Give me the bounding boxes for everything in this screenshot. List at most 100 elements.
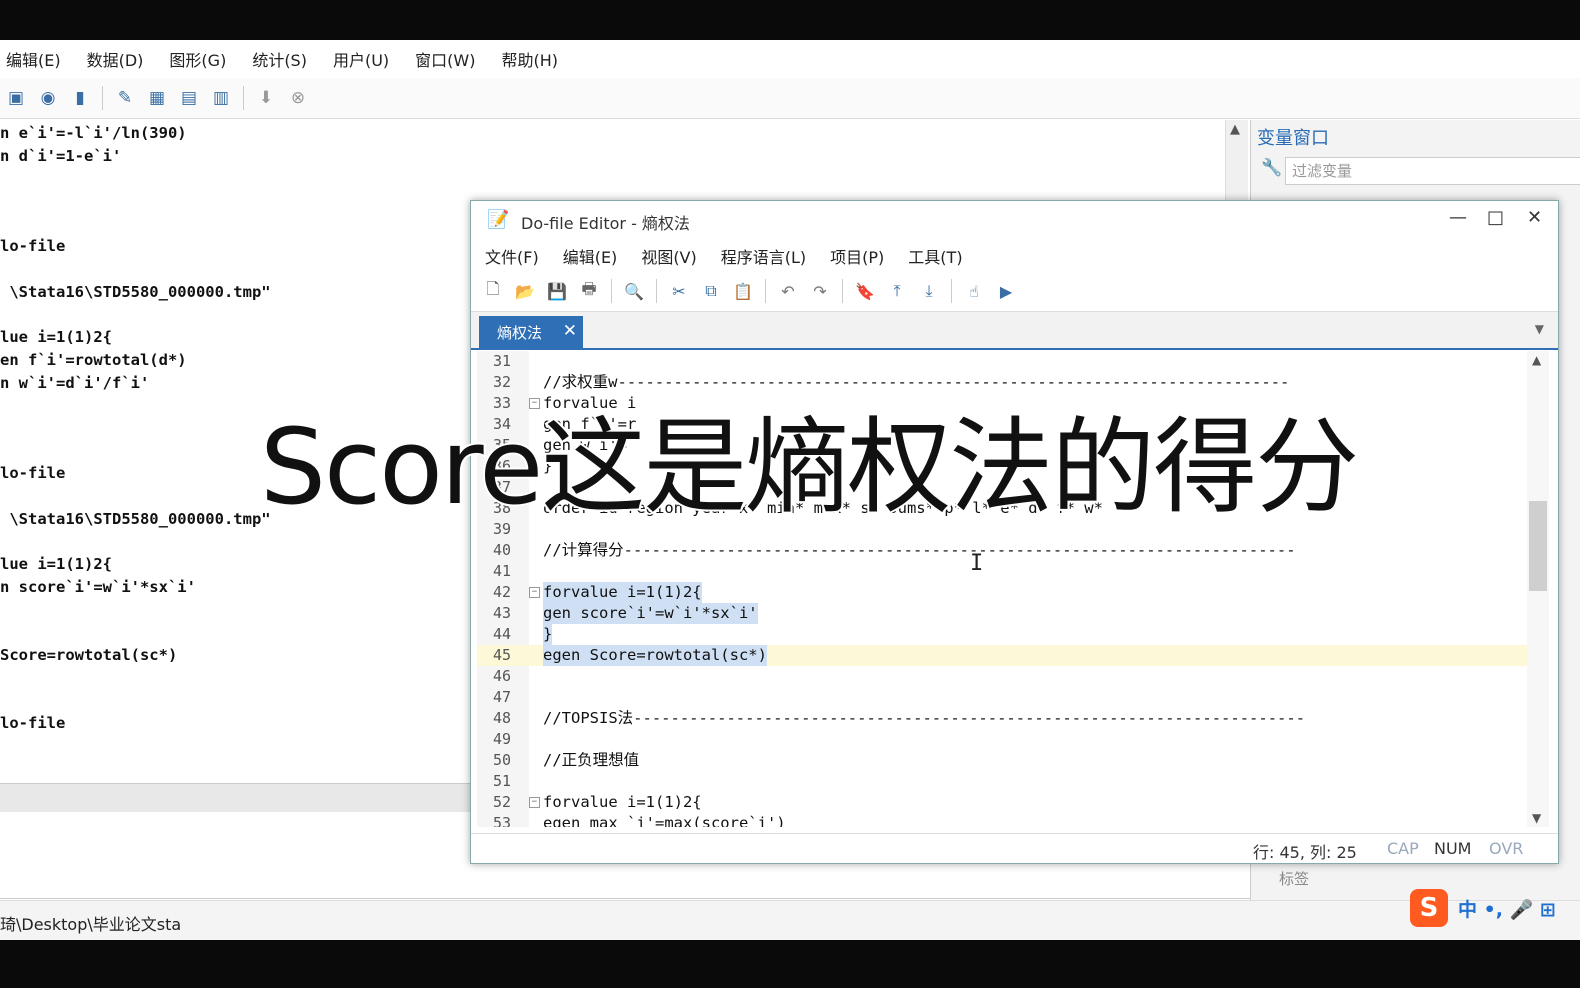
results-line: lo-file bbox=[0, 237, 66, 255]
fold-toggle-icon[interactable]: − bbox=[529, 797, 540, 808]
variables-manager-icon[interactable]: ▥ bbox=[209, 86, 233, 110]
code-line: 53 egen max_`i'=max(score`i') bbox=[477, 813, 1527, 827]
tab-label: 熵权法 bbox=[497, 323, 543, 342]
scroll-up-icon[interactable]: ▲ bbox=[1230, 122, 1240, 137]
code-text: egen max_`i'=max(score`i') bbox=[543, 814, 786, 827]
toolbar-separator bbox=[765, 279, 766, 303]
results-line: lo-file bbox=[0, 464, 66, 482]
line-number: 49 bbox=[492, 730, 511, 748]
fold-toggle-icon[interactable]: − bbox=[529, 587, 540, 598]
properties-label-field: 标签 bbox=[1279, 870, 1310, 888]
find-icon[interactable]: 🔍 bbox=[622, 279, 646, 303]
line-number: 53 bbox=[492, 814, 511, 827]
do-file-editor-icon[interactable]: ✎ bbox=[113, 86, 137, 110]
tab-list-dropdown-icon[interactable]: ▼ bbox=[1535, 322, 1544, 336]
editor-tab-row: 熵权法 ✕ ▼ bbox=[471, 311, 1558, 350]
line-number: 46 bbox=[492, 667, 511, 685]
paste-icon[interactable]: 📋 bbox=[731, 279, 755, 303]
code-text: //TOPSIS法-------------------------------… bbox=[543, 709, 1306, 727]
code-line: 52 forvalue i=1(1)2{ bbox=[477, 792, 1527, 813]
wrench-icon[interactable]: 🔧 bbox=[1261, 158, 1282, 178]
editor-menu-project[interactable]: 项目(P) bbox=[830, 244, 884, 268]
editor-menu-language[interactable]: 程序语言(L) bbox=[721, 244, 806, 268]
menu-data[interactable]: 数据(D) bbox=[87, 47, 144, 71]
menu-window[interactable]: 窗口(W) bbox=[415, 47, 475, 71]
close-icon[interactable]: ✕ bbox=[1527, 207, 1542, 228]
caps-lock-indicator: CAP bbox=[1387, 839, 1419, 858]
maximize-icon[interactable]: □ bbox=[1487, 207, 1504, 228]
line-number: 31 bbox=[492, 352, 511, 370]
cut-icon[interactable]: ✂ bbox=[667, 279, 691, 303]
cursor-position: 行: 45, 列: 25 bbox=[1253, 843, 1357, 862]
minimize-icon[interactable]: — bbox=[1449, 207, 1467, 228]
data-editor-icon[interactable]: ▦ bbox=[145, 86, 169, 110]
editor-title: Do-file Editor - 熵权法 bbox=[521, 214, 690, 233]
line-number: 50 bbox=[492, 751, 511, 769]
graph-bar-icon[interactable]: ▮ bbox=[68, 86, 92, 110]
scrollbar-thumb[interactable] bbox=[1529, 501, 1547, 591]
code-line: 42 forvalue i=1(1)2{ bbox=[477, 582, 1527, 603]
execute-do-icon[interactable]: ▶ bbox=[994, 279, 1018, 303]
variables-panel-title: 变量窗口 bbox=[1257, 128, 1329, 149]
viewer-eye-icon[interactable]: ◉ bbox=[36, 86, 60, 110]
editor-menu-view[interactable]: 视图(V) bbox=[641, 244, 696, 268]
menu-user[interactable]: 用户(U) bbox=[333, 47, 389, 71]
print-icon[interactable]: 🖶 bbox=[577, 279, 601, 303]
menu-help[interactable]: 帮助(H) bbox=[501, 47, 558, 71]
results-line: n w`i'=d`i'/f`i' bbox=[0, 374, 150, 392]
stata-statusbar: 琦\Desktop\毕业论文sta bbox=[0, 900, 1580, 941]
editor-titlebar: 📝 Do-file Editor - 熵权法 — □ ✕ bbox=[471, 201, 1558, 239]
new-file-icon[interactable]: 🗋 bbox=[481, 279, 505, 303]
undo-icon[interactable]: ↶ bbox=[776, 279, 800, 303]
code-line: 40 //计算得分--------------------------------… bbox=[477, 540, 1527, 561]
line-number: 41 bbox=[492, 562, 511, 580]
toolbar-separator bbox=[102, 86, 103, 110]
code-text: //计算得分----------------------------------… bbox=[543, 541, 1296, 559]
copy-icon[interactable]: ⧉ bbox=[699, 279, 723, 303]
more-icon[interactable]: ⬇ bbox=[254, 86, 278, 110]
results-line: \Stata16\STD5580_000000.tmp" bbox=[0, 510, 271, 528]
current-code-line: 45 egen Score=rowtotal(sc*) bbox=[477, 645, 1527, 666]
show-file-in-viewer-icon[interactable]: ☝ bbox=[962, 279, 986, 303]
video-bottom-bar bbox=[0, 940, 1580, 988]
results-line: en f`i'=rowtotal(d*) bbox=[0, 351, 187, 369]
toolbar-separator bbox=[656, 279, 657, 303]
code-line: 47 bbox=[477, 687, 1527, 708]
results-line: \Stata16\STD5580_000000.tmp" bbox=[0, 283, 271, 301]
code-text: forvalue i=1(1)2{ bbox=[543, 793, 702, 811]
save-icon[interactable]: 💾 bbox=[545, 279, 569, 303]
menu-graphics[interactable]: 图形(G) bbox=[169, 47, 226, 71]
menu-edit[interactable]: 编辑(E) bbox=[6, 47, 61, 71]
scroll-down-icon[interactable]: ▼ bbox=[1532, 811, 1541, 825]
editor-scrollbar[interactable]: ▲ ▼ bbox=[1527, 351, 1549, 827]
save-icon[interactable]: ▣ bbox=[4, 86, 28, 110]
next-bookmark-icon[interactable]: ⤓ bbox=[917, 279, 941, 303]
line-number: 42 bbox=[492, 583, 511, 601]
video-top-bar bbox=[0, 0, 1580, 40]
menu-statistics[interactable]: 统计(S) bbox=[252, 47, 307, 71]
open-folder-icon[interactable]: 📂 bbox=[513, 279, 537, 303]
ime-toolbar[interactable]: S 中 •, 🎤 ⊞ bbox=[1410, 888, 1556, 928]
editor-menu-edit[interactable]: 编辑(E) bbox=[563, 244, 618, 268]
results-line: lo-file bbox=[0, 714, 66, 732]
ime-status[interactable]: 中 •, 🎤 ⊞ bbox=[1458, 895, 1556, 922]
do-file-icon: 📝 bbox=[487, 209, 510, 230]
tab-entropy-weight[interactable]: 熵权法 ✕ bbox=[479, 316, 583, 348]
break-icon[interactable]: ⊗ bbox=[286, 86, 310, 110]
code-line: 41 bbox=[477, 561, 1527, 582]
toggle-bookmark-icon[interactable]: 🔖 bbox=[853, 279, 877, 303]
data-browser-icon[interactable]: ▤ bbox=[177, 86, 201, 110]
editor-menu-tools[interactable]: 工具(T) bbox=[908, 244, 962, 268]
code-text: forvalue i=1(1)2{ bbox=[543, 582, 702, 603]
sogou-logo-icon[interactable]: S bbox=[1410, 889, 1448, 927]
filter-variables-input[interactable]: 过滤变量 bbox=[1285, 157, 1580, 185]
previous-bookmark-icon[interactable]: ⤒ bbox=[885, 279, 909, 303]
working-directory: 琦\Desktop\毕业论文sta bbox=[0, 915, 182, 934]
editor-menu-file[interactable]: 文件(F) bbox=[485, 244, 539, 268]
toolbar-separator bbox=[951, 279, 952, 303]
redo-icon[interactable]: ↷ bbox=[808, 279, 832, 303]
scroll-up-icon[interactable]: ▲ bbox=[1532, 353, 1541, 367]
code-text: egen Score=rowtotal(sc*) bbox=[543, 645, 767, 666]
line-number: 43 bbox=[492, 604, 511, 622]
close-tab-icon[interactable]: ✕ bbox=[563, 321, 577, 341]
